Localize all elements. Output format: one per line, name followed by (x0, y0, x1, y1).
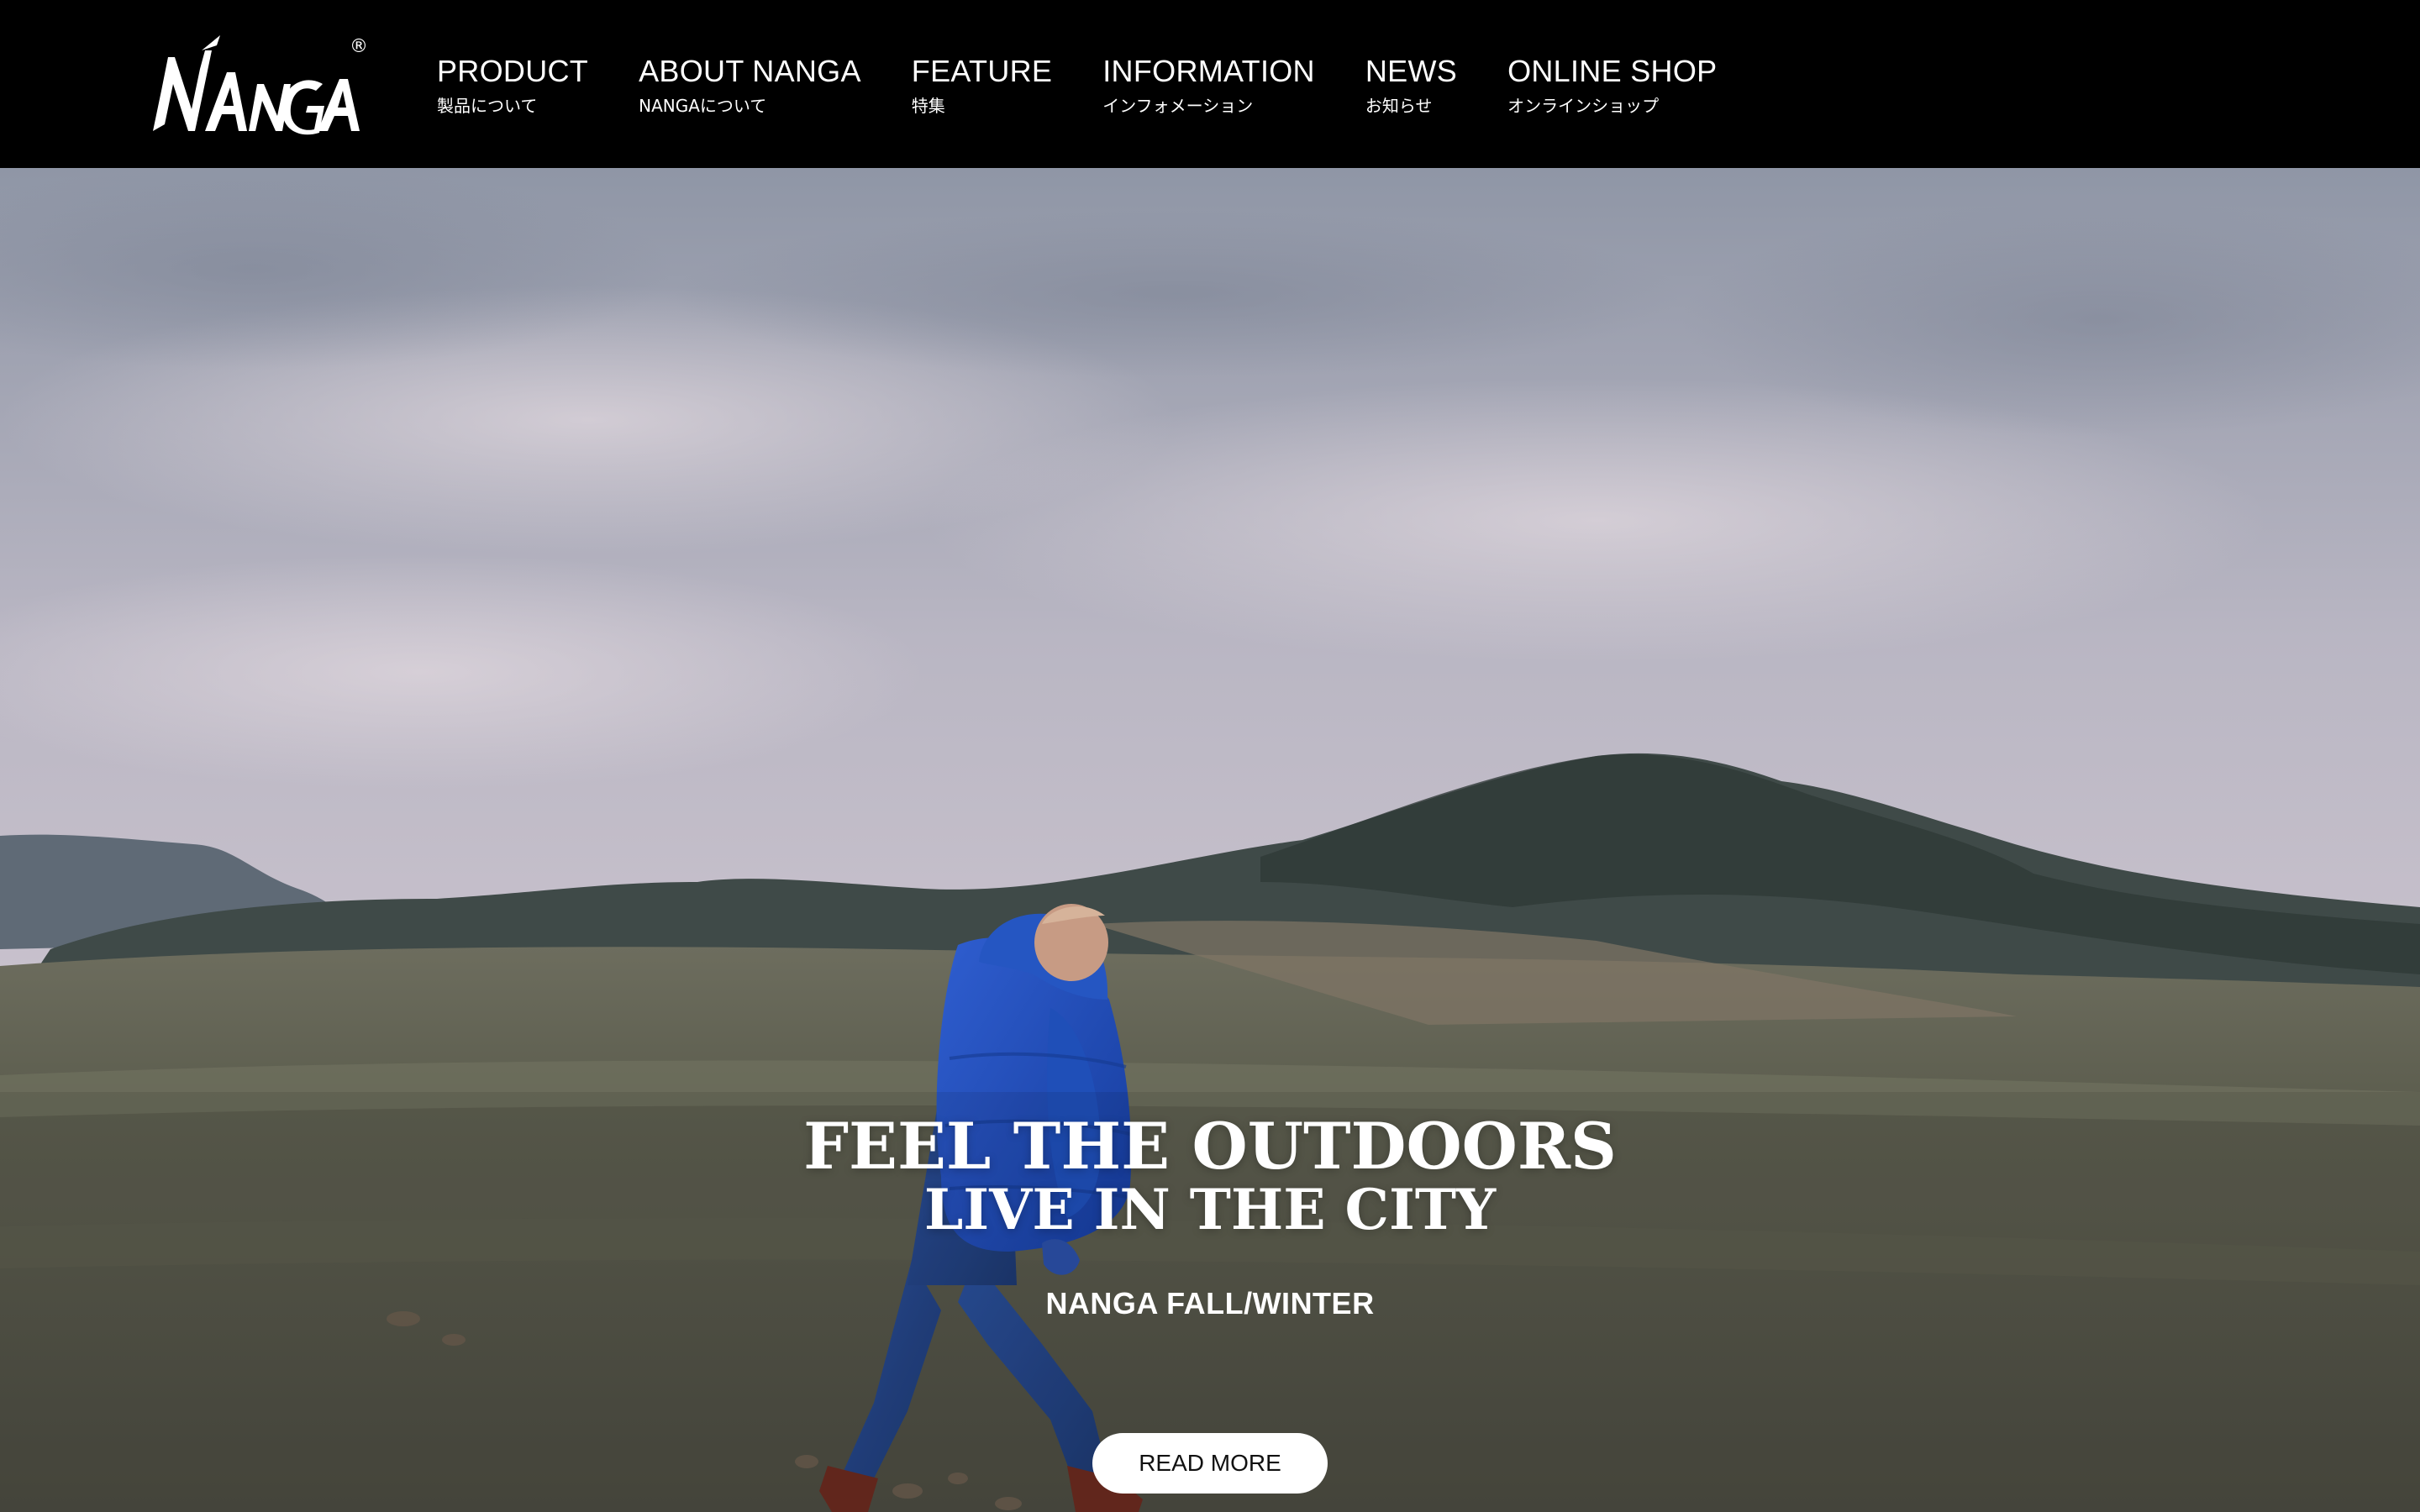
nav-sublabel: 製品について (437, 96, 538, 116)
nav-sublabel: NANGAについて (639, 96, 767, 116)
nav-label: INFORMATION (1102, 54, 1315, 88)
hero-headline-line1: FEEL THE OUTDOORS (803, 1109, 1617, 1184)
nav-sublabel: オンラインショップ (1507, 96, 1660, 116)
site-header: ® PRODUCT 製品について ABOUT NANGA NANGAについて F… (0, 0, 2420, 168)
nav-item-feature[interactable]: FEATURE 特集 (912, 52, 1052, 118)
nav-sublabel: 特集 (911, 96, 945, 116)
nav-label: ABOUT NANGA (639, 54, 861, 88)
nav-item-information[interactable]: INFORMATION インフォメーション (1102, 52, 1315, 118)
nav-item-about[interactable]: ABOUT NANGA NANGAについて (639, 52, 861, 118)
hero-headline: FEEL THE OUTDOORS LIVE IN THE CITY (0, 1109, 2420, 1242)
nav-label: PRODUCT (437, 54, 589, 88)
svg-text:®: ® (350, 36, 368, 57)
nav-label: FEATURE (911, 54, 1053, 88)
hero-season-label: NANGA FALL/WINTER (1045, 1286, 1375, 1320)
nav-sublabel: インフォメーション (1102, 96, 1254, 116)
nanga-wordmark-logo: ® (153, 35, 368, 135)
nav-item-online-shop[interactable]: ONLINE SHOP オンラインショップ (1507, 52, 1717, 118)
hero-section: FEEL THE OUTDOORS LIVE IN THE CITY NANGA… (0, 168, 2420, 1512)
nanga-logo[interactable]: ® (150, 32, 370, 136)
main-nav: PRODUCT 製品について ABOUT NANGA NANGAについて FEA… (437, 52, 1767, 118)
nav-sublabel: お知らせ (1365, 96, 1433, 116)
nav-label: ONLINE SHOP (1507, 54, 1718, 88)
nav-item-news[interactable]: NEWS お知らせ (1365, 52, 1457, 118)
read-more-button[interactable]: READ MORE (1092, 1433, 1328, 1494)
nav-item-product[interactable]: PRODUCT 製品について (437, 52, 588, 118)
hero-headline-line2: LIVE IN THE CITY (923, 1177, 1497, 1242)
nav-label: NEWS (1365, 54, 1458, 88)
